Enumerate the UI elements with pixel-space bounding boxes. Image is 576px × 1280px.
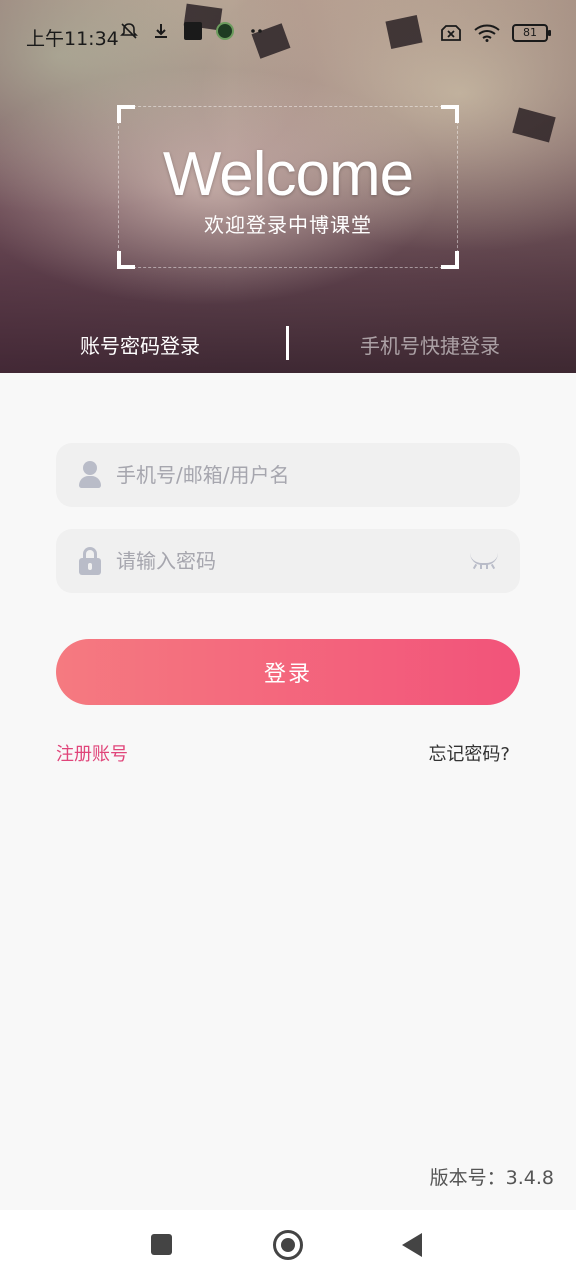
user-icon — [78, 461, 102, 489]
password-field[interactable] — [56, 529, 520, 593]
welcome-title: Welcome — [162, 140, 414, 209]
no-sim-icon — [441, 25, 461, 41]
home-button[interactable] — [273, 1230, 303, 1260]
app-icon-2 — [216, 22, 234, 40]
mute-icon — [120, 23, 138, 39]
username-input[interactable] — [116, 463, 436, 487]
graduation-cap-decoration — [512, 107, 556, 143]
password-input[interactable] — [116, 549, 436, 573]
back-button[interactable] — [402, 1233, 422, 1257]
lock-icon — [78, 547, 102, 575]
wifi-icon — [474, 24, 500, 42]
login-screen: 上午11:34 81 Welcome 欢迎登录中博课堂 账号密码登录 手机号快捷… — [0, 0, 576, 1280]
username-field[interactable] — [56, 443, 520, 507]
tab-account-login[interactable]: 账号密码登录 — [80, 330, 200, 359]
recents-button[interactable] — [151, 1234, 172, 1255]
eye-closed-icon[interactable] — [470, 551, 498, 570]
status-time: 上午11:34 — [26, 28, 119, 50]
more-icon — [251, 29, 262, 33]
download-icon — [155, 24, 167, 38]
frame-corner — [117, 251, 135, 269]
frame-corner — [441, 105, 459, 123]
system-nav-bar — [0, 1210, 576, 1280]
frame-corner — [117, 105, 135, 123]
status-icons-left — [120, 22, 266, 40]
frame-corner — [441, 251, 459, 269]
app-icon — [184, 22, 202, 40]
status-bar: 上午11:34 81 — [0, 0, 576, 72]
welcome-frame: Welcome 欢迎登录中博课堂 — [117, 105, 459, 269]
forgot-password-link[interactable]: 忘记密码? — [428, 740, 510, 766]
version-label: 版本号：3.4.8 — [429, 1167, 554, 1189]
welcome-subtitle: 欢迎登录中博课堂 — [204, 213, 372, 237]
login-button[interactable]: 登录 — [56, 639, 520, 705]
status-icons-right: 81 — [440, 24, 551, 42]
battery-icon: 81 — [512, 24, 551, 42]
tab-divider — [286, 326, 289, 360]
register-link[interactable]: 注册账号 — [56, 740, 128, 766]
tab-phone-login[interactable]: 手机号快捷登录 — [360, 330, 500, 359]
